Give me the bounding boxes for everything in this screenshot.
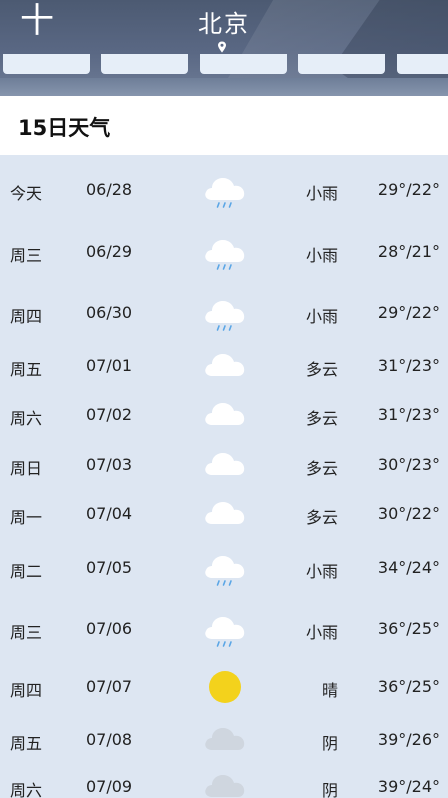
tab-card[interactable] bbox=[200, 54, 287, 74]
condition-label: 多云 bbox=[305, 360, 338, 379]
date-label: 07/07 bbox=[86, 677, 133, 696]
date-label: 07/04 bbox=[86, 504, 133, 523]
condition-label: 小雨 bbox=[305, 623, 338, 642]
date-label: 07/06 bbox=[86, 619, 133, 638]
header-strip bbox=[0, 78, 448, 96]
rain-cloud-icon bbox=[205, 556, 245, 586]
cloud-icon bbox=[205, 502, 245, 524]
condition-label: 小雨 bbox=[305, 562, 338, 581]
date-label: 07/02 bbox=[86, 405, 133, 424]
forecast-row[interactable]: 周六 07/02 多云 31°/23° bbox=[0, 395, 448, 435]
rain-cloud-icon bbox=[205, 617, 245, 647]
cloud-icon bbox=[205, 403, 245, 425]
day-label: 周六 bbox=[10, 781, 43, 798]
temperature-range: 39°/26° bbox=[377, 730, 440, 749]
day-label: 周五 bbox=[10, 734, 43, 753]
forecast-row[interactable]: 今天 06/28 小雨 29°/22° bbox=[0, 170, 448, 210]
city-name: 北京 bbox=[198, 10, 250, 38]
forecast-row[interactable]: 周六 07/09 阴 39°/24° bbox=[0, 767, 448, 798]
overcast-cloud-icon bbox=[205, 728, 245, 750]
day-label: 周日 bbox=[10, 459, 43, 478]
tab-card[interactable] bbox=[298, 54, 385, 74]
day-label: 周一 bbox=[10, 508, 43, 527]
day-label: 周六 bbox=[10, 409, 43, 428]
sun-icon bbox=[209, 671, 241, 703]
forecast-row[interactable]: 周三 06/29 小雨 28°/21° bbox=[0, 232, 448, 272]
forecast-list[interactable]: 今天 06/28 小雨 29°/22° 周三 06/29 小雨 28°/21° 周四 06/30 小… bbox=[0, 155, 448, 798]
date-label: 06/30 bbox=[86, 303, 133, 322]
day-label: 今天 bbox=[10, 184, 43, 203]
condition-label: 晴 bbox=[321, 681, 338, 700]
temperature-range: 36°/25° bbox=[377, 619, 440, 638]
date-label: 07/03 bbox=[86, 455, 133, 474]
app-header: 十 北京 bbox=[0, 0, 448, 96]
rain-cloud-icon bbox=[205, 301, 245, 331]
location-pin-icon bbox=[218, 41, 226, 53]
condition-label: 阴 bbox=[321, 734, 338, 753]
condition-label: 小雨 bbox=[305, 307, 338, 326]
date-label: 07/01 bbox=[86, 356, 133, 375]
temperature-range: 39°/24° bbox=[377, 777, 440, 796]
day-label: 周五 bbox=[10, 360, 43, 379]
forecast-row[interactable]: 周日 07/03 多云 30°/23° bbox=[0, 445, 448, 485]
temperature-range: 34°/24° bbox=[377, 558, 440, 577]
forecast-row[interactable]: 周四 06/30 小雨 29°/22° bbox=[0, 293, 448, 333]
forecast-row[interactable]: 周五 07/08 阴 39°/26° bbox=[0, 720, 448, 760]
date-label: 06/28 bbox=[86, 180, 133, 199]
condition-label: 阴 bbox=[321, 781, 338, 798]
temperature-range: 36°/25° bbox=[377, 677, 440, 696]
rain-cloud-icon bbox=[205, 240, 245, 270]
cloud-icon bbox=[205, 354, 245, 376]
day-label: 周三 bbox=[10, 246, 43, 265]
cloud-icon bbox=[205, 453, 245, 475]
temperature-range: 29°/22° bbox=[377, 180, 440, 199]
forecast-title: 15日天气 bbox=[18, 116, 111, 140]
forecast-row[interactable]: 周五 07/01 多云 31°/23° bbox=[0, 346, 448, 386]
overcast-cloud-icon bbox=[205, 775, 245, 797]
date-label: 06/29 bbox=[86, 242, 133, 261]
card-tabs bbox=[0, 54, 448, 74]
temperature-range: 30°/23° bbox=[377, 455, 440, 474]
condition-label: 多云 bbox=[305, 508, 338, 527]
temperature-range: 31°/23° bbox=[377, 356, 440, 375]
temperature-range: 29°/22° bbox=[377, 303, 440, 322]
condition-label: 小雨 bbox=[305, 246, 338, 265]
forecast-row[interactable]: 周四 07/07 晴 36°/25° bbox=[0, 667, 448, 707]
condition-label: 小雨 bbox=[305, 184, 338, 203]
condition-label: 多云 bbox=[305, 459, 338, 478]
date-label: 07/08 bbox=[86, 730, 133, 749]
forecast-row[interactable]: 周三 07/06 小雨 36°/25° bbox=[0, 609, 448, 649]
rain-cloud-icon bbox=[205, 178, 245, 208]
day-label: 周二 bbox=[10, 562, 43, 581]
tab-card[interactable] bbox=[397, 54, 448, 74]
forecast-title-card: 15日天气 bbox=[0, 96, 448, 155]
date-label: 07/09 bbox=[86, 777, 133, 796]
day-label: 周三 bbox=[10, 623, 43, 642]
tab-card[interactable] bbox=[3, 54, 90, 74]
date-label: 07/05 bbox=[86, 558, 133, 577]
forecast-row[interactable]: 周一 07/04 多云 30°/22° bbox=[0, 494, 448, 534]
day-label: 周四 bbox=[10, 681, 43, 700]
temperature-range: 31°/23° bbox=[377, 405, 440, 424]
forecast-row[interactable]: 周二 07/05 小雨 34°/24° bbox=[0, 548, 448, 588]
temperature-range: 28°/21° bbox=[377, 242, 440, 261]
condition-label: 多云 bbox=[305, 409, 338, 428]
tab-card[interactable] bbox=[101, 54, 188, 74]
temperature-range: 30°/22° bbox=[377, 504, 440, 523]
day-label: 周四 bbox=[10, 307, 43, 326]
